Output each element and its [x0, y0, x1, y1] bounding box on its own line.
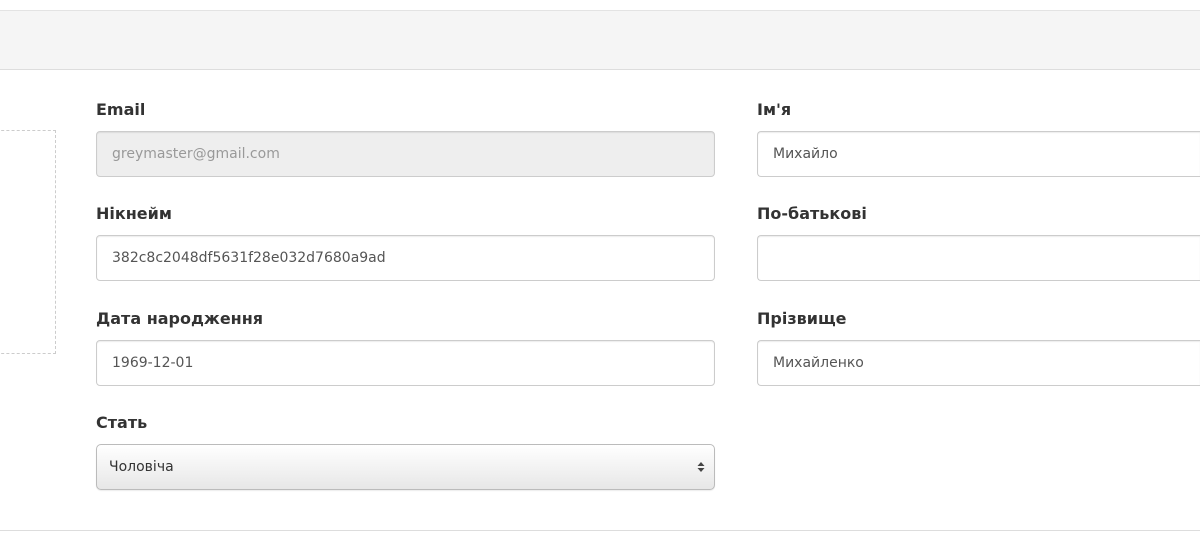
email-field: greymaster@gmail.com	[96, 131, 715, 177]
email-label: Email	[96, 100, 146, 119]
patronymic-field[interactable]	[757, 235, 1200, 281]
gender-label: Стать	[96, 413, 148, 432]
avatar-upload-area[interactable]	[0, 130, 56, 354]
patronymic-label: По-батькові	[757, 204, 867, 223]
bottom-divider	[0, 530, 1200, 531]
first-name-label: Ім'я	[757, 100, 792, 119]
birth-date-field[interactable]: 1969-12-01	[96, 340, 715, 386]
last-name-label: Прізвище	[757, 309, 847, 328]
first-name-field[interactable]: Михайло	[757, 131, 1200, 177]
top-band	[0, 0, 1200, 10]
birth-date-label: Дата народження	[96, 309, 264, 328]
panel-header	[0, 10, 1200, 70]
select-arrows-icon	[697, 462, 705, 472]
nickname-label: Нікнейм	[96, 204, 172, 223]
gender-select[interactable]: Чоловіча	[96, 444, 715, 490]
nickname-field[interactable]: 382c8c2048df5631f28e032d7680a9ad	[96, 235, 715, 281]
gender-select-value: Чоловіча	[109, 459, 174, 475]
last-name-field[interactable]: Михайленко	[757, 340, 1200, 386]
